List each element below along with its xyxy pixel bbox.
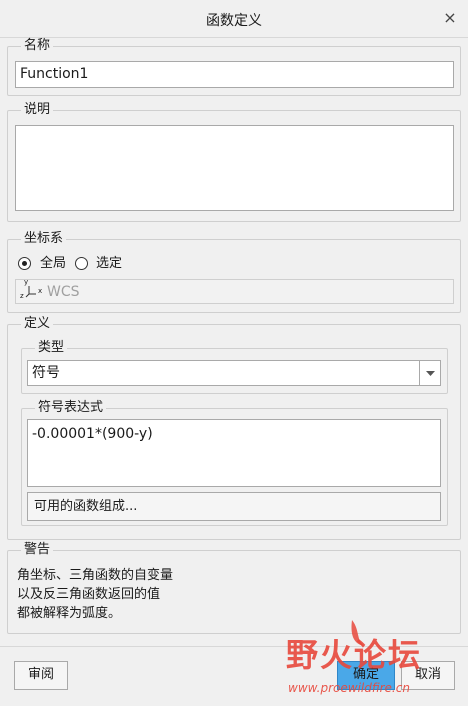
radio-selected[interactable] [75,257,88,270]
radio-selected-label: 选定 [96,256,123,271]
warning-line-1: 角坐标、三角函数的自变量 [17,568,174,583]
name-input[interactable]: Function1 [15,61,454,88]
radio-global-label: 全局 [40,256,67,271]
warning-label: 警告 [21,542,54,558]
dialog-title: 函数定义 [206,13,262,29]
chevron-down-icon [426,371,435,376]
available-functions-button[interactable]: 可用的函数组成... [27,492,441,521]
expression-label: 符号表达式 [35,400,107,416]
radio-global[interactable] [18,257,31,270]
type-select-value: 符号 [32,365,60,381]
name-label: 名称 [21,38,54,54]
definition-label: 定义 [21,316,54,332]
csys-collector[interactable] [15,279,454,304]
csys-value: WCS [47,284,80,300]
csys-axis-x: x [38,287,43,295]
csys-axis-z: z [20,292,24,300]
coord-system-label: 坐标系 [21,231,67,247]
type-label: 类型 [35,340,68,356]
type-select[interactable] [27,360,441,386]
warning-line-3: 都被解释为弧度。 [17,606,122,621]
type-select-dropdown[interactable] [419,361,440,385]
description-textarea[interactable] [15,125,454,211]
watermark-text: 野火论坛 [286,636,423,674]
watermark-url: www.proewildfire.cn [288,681,410,695]
description-label: 说明 [21,102,54,118]
expression-textarea[interactable]: -0.00001*(900-y) [27,419,441,487]
warning-line-2: 以及反三角函数返回的值 [17,587,161,602]
csys-axis-y: y [24,278,29,286]
review-button[interactable]: 审阅 [14,661,68,690]
close-button[interactable]: × [440,8,460,28]
